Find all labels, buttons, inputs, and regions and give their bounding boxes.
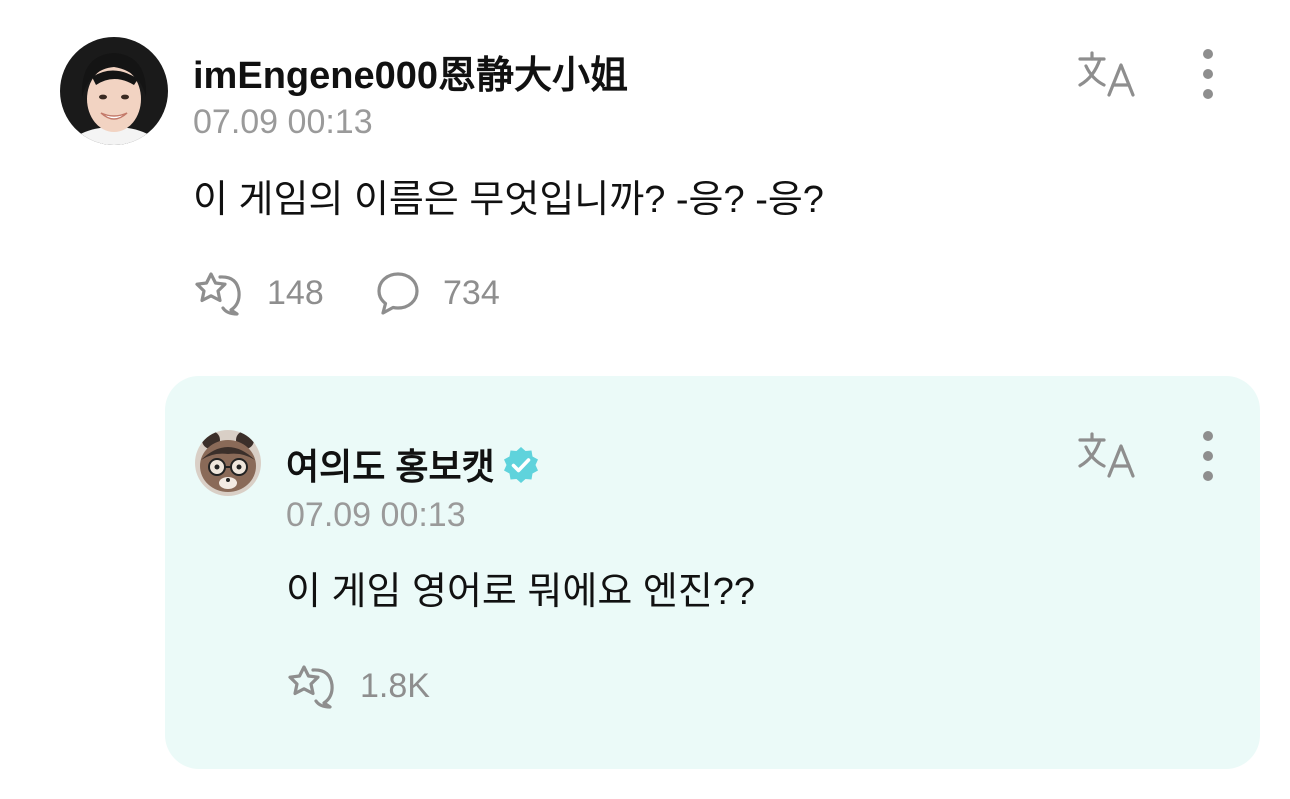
post-more-icon[interactable] xyxy=(1190,46,1226,102)
verified-badge-icon xyxy=(501,445,541,494)
post-comment-count: 734 xyxy=(443,273,500,312)
post-translate-icon[interactable] xyxy=(1076,50,1140,98)
reply-body-text: 이 게임 영어로 뭐에요 엔진?? xyxy=(286,571,756,613)
reply-more-icon[interactable] xyxy=(1190,428,1226,484)
post-body-text: 이 게임의 이름은 무엇입니까? -응? -응? xyxy=(193,179,824,221)
star-heart-icon xyxy=(195,272,241,316)
speech-bubble-icon xyxy=(377,272,419,315)
post: imEngene000恩静大小姐 07.09 00:13 이 게임의 이름은 무… xyxy=(0,0,1290,360)
post-author-avatar[interactable] xyxy=(60,37,168,145)
reply-translate-icon[interactable] xyxy=(1076,431,1140,479)
post-comment-button[interactable]: 734 xyxy=(375,270,500,316)
post-timestamp: 07.09 00:13 xyxy=(193,103,373,141)
post-like-button[interactable]: 148 xyxy=(193,270,324,316)
reply-like-count: 1.8K xyxy=(360,666,430,705)
reply-author-name[interactable]: 여의도 홍보캣 xyxy=(286,438,541,494)
reply-author-avatar[interactable] xyxy=(195,430,261,496)
post-like-count: 148 xyxy=(267,273,324,312)
reply-author-name-text: 여의도 홍보캣 xyxy=(286,446,495,487)
reply-like-button[interactable]: 1.8K xyxy=(286,663,430,709)
reply-card: 여의도 홍보캣 07.09 00:13 이 게임 영어로 뭐에요 엔진?? 1.… xyxy=(165,376,1260,769)
post-author-name[interactable]: imEngene000恩静大小姐 xyxy=(193,44,628,99)
reply-timestamp: 07.09 00:13 xyxy=(286,496,466,534)
star-heart-icon xyxy=(288,665,334,709)
